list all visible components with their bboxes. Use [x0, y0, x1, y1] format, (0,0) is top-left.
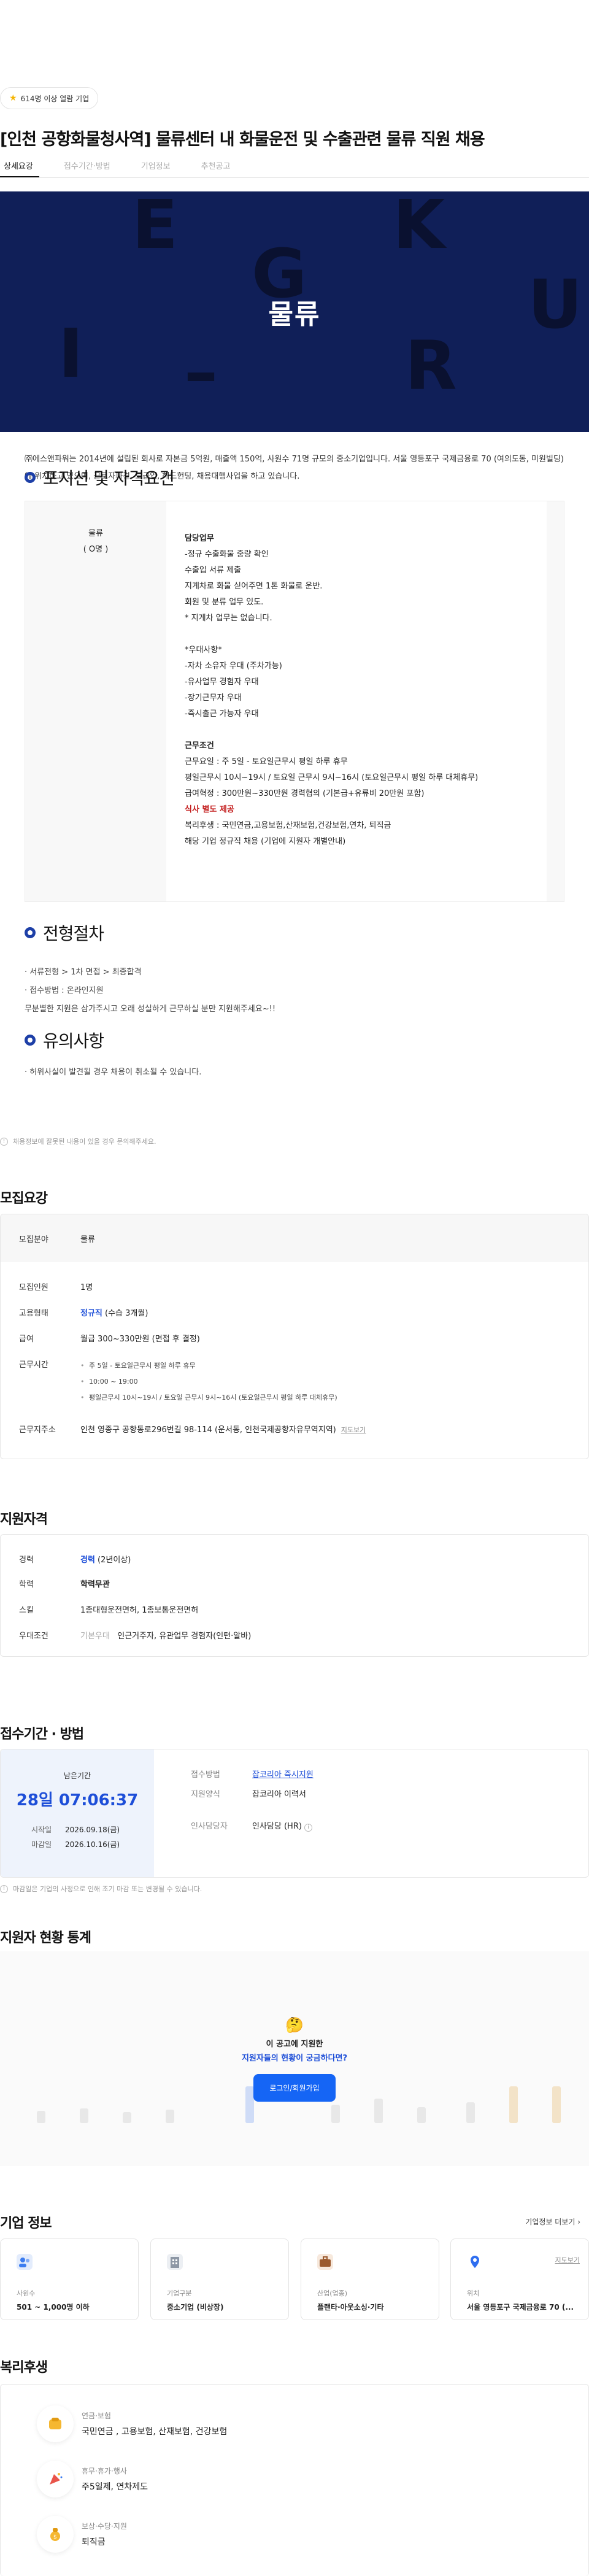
apply-method-link[interactable]: 잡코리아 즉시지원 [252, 1768, 314, 1780]
field-value: 물류 [80, 1235, 95, 1244]
qualification-box: 경력 경력 (2년이상) 학력 학력무관 스킬 1종대형운전면허, 1종보통운전면허 … [0, 1534, 589, 1657]
meal-note: 식사 별도 제공 [185, 805, 234, 814]
money-bag-icon: $ [37, 2516, 74, 2553]
viewer-badge-text: 614명 이상 열람 기업 [20, 94, 90, 103]
party-icon [37, 2461, 74, 2497]
shield-icon [37, 2405, 74, 2442]
company-card-location: 지도보기 위치 서울 영등포구 국제금융로 70 (... [450, 2239, 589, 2320]
bullet-icon [25, 472, 36, 483]
tab-detail[interactable]: 상세요강 [0, 152, 39, 177]
section-qualification: 포지션 및 자격요건 [25, 465, 175, 490]
tab-bar: 상세요강 접수기간·방법 기업정보 추천공고 [0, 152, 589, 178]
company-title: 기업 정보 [0, 2216, 52, 2231]
login-button[interactable]: 로그인/회원가입 [253, 2073, 336, 2102]
countdown-panel: 남은기간 28일 07:06:37 시작일 2026.09.18(금) 마감일 … [1, 1749, 154, 1877]
stats-panel: 🤔 이 공고에 지원한 지원자들의 현황이 궁금하다면? 로그인/회원가입 [0, 1951, 589, 2166]
caution-text: · 허위사실이 발견될 경우 채용이 취소될 수 있습니다. [25, 1068, 202, 1077]
map-link[interactable]: 지도보기 [341, 1426, 366, 1434]
section-caution: 유의사항 [25, 1028, 104, 1052]
building-icon [167, 2254, 183, 2270]
bullet-icon [25, 927, 36, 938]
work-address: 인천 영종구 공항동로296번길 98-114 (운서동, 인천국제공항자유무역… [80, 1425, 336, 1435]
position-name: 물류 ( O명 ) [83, 529, 109, 554]
countdown: 28일 07:06:37 [16, 1791, 139, 1810]
tab-recommended[interactable]: 추천공고 [195, 152, 237, 177]
summary-title: 모집요강 [0, 1191, 48, 1206]
job-title: [인천 공항화물청사역] 물류센터 내 화물운전 및 수출관련 물류 직원 채용 [0, 130, 485, 149]
company-more-link[interactable]: 기업정보 더보기 › [525, 2216, 580, 2227]
map-link[interactable]: 지도보기 [555, 2255, 580, 2265]
summary-box: 모집분야 물류 모집인원 1명 고용형태 정규직 (수습 3개월) 급여 월급 300~… [0, 1214, 589, 1459]
process-list: · 서류전형 > 1차 면접 > 최종합격 · 접수방법 : 온라인지원 무분별… [25, 968, 276, 1014]
qualification-title: 지원자격 [0, 1512, 48, 1527]
info-icon: ! [0, 1137, 8, 1146]
tab-apply-period[interactable]: 접수기간·방법 [58, 152, 117, 177]
work-hours-list: 주 5일 - 토요일근무시 평일 하루 휴무 10:00 ~ 19:00 평일근… [80, 1358, 337, 1406]
people-icon [17, 2254, 33, 2270]
info-icon: ! [0, 1884, 8, 1893]
section-process: 전형절차 [25, 920, 104, 945]
benefits-title: 복리후생 [0, 2360, 48, 2375]
apply-box: 남은기간 28일 07:06:37 시작일 2026.09.18(금) 마감일 … [0, 1749, 589, 1878]
svg-text:$: $ [53, 2534, 57, 2540]
info-icon[interactable]: i [304, 1823, 313, 1832]
apply-title: 접수기간 · 방법 [0, 1727, 84, 1742]
hero-title: 물류 [268, 299, 321, 330]
hero-banner: E K G U I R – 물류 [0, 191, 589, 432]
location-icon [467, 2254, 483, 2270]
emoji-icon: 🤔 [285, 2016, 304, 2034]
bullet-icon [25, 1035, 36, 1046]
stats-cta: 🤔 이 공고에 지원한 지원자들의 현황이 궁금하다면? 로그인/회원가입 [0, 1951, 589, 2166]
company-card-type: 기업구분 중소기업 (비상장) [150, 2239, 289, 2320]
deadline-note: ! 마감일은 기업의 사정으로 인해 조기 마감 또는 변경될 수 있습니다. [0, 1884, 202, 1894]
tab-company-info[interactable]: 기업정보 [135, 152, 177, 177]
report-note[interactable]: ! 채용정보에 잘못된 내용이 있을 경우 문의해주세요. [0, 1136, 156, 1146]
briefcase-icon [317, 2254, 333, 2270]
company-card-employees: 사원수 501 ~ 1,000명 이하 [0, 2239, 139, 2320]
position-table: 물류 ( O명 ) 담당업무 -정규 수출화물 중량 확인 수출입 서류 제출 … [25, 501, 564, 902]
star-icon: ★ [9, 93, 17, 103]
salary: 월급 300~330만원 (면접 후 결정) [80, 1335, 200, 1344]
employment-type: 정규직 [80, 1309, 102, 1318]
viewer-badge: ★ 614명 이상 열람 기업 [0, 87, 99, 109]
position-detail: 담당업무 -정규 수출화물 중량 확인 수출입 서류 제출 지게차로 화물 싣어… [166, 501, 547, 901]
stats-title: 지원자 현황 통계 [0, 1930, 91, 1946]
company-card-industry: 산업(업종) 플랜타·아웃소싱·기타 [301, 2239, 439, 2320]
